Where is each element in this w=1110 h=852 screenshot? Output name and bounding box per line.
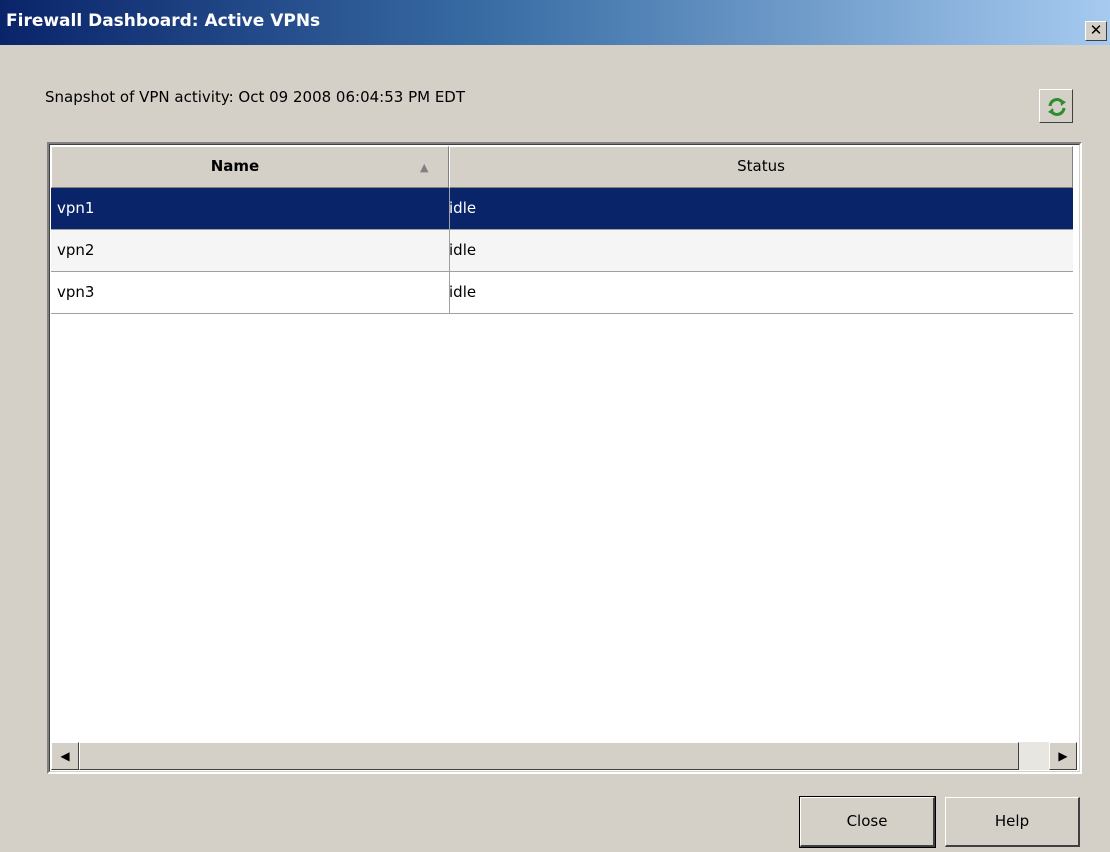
cell-status: idle xyxy=(449,199,477,217)
title-bar: Firewall Dashboard: Active VPNs xyxy=(0,0,1110,45)
column-header-name-label: Name xyxy=(210,157,260,175)
cell-status: idle xyxy=(449,241,477,259)
column-header-status-label: Status xyxy=(737,157,785,175)
scroll-left-button[interactable]: ◀ xyxy=(51,742,79,770)
table-row[interactable]: vpn2 idle xyxy=(51,230,1073,272)
close-button[interactable]: Close xyxy=(799,796,936,848)
column-header-status[interactable]: Status xyxy=(449,146,1073,188)
vpn-table: Name ▲ Status vpn1 idle vpn2 idle vpn3 i… xyxy=(47,142,1082,774)
window-close-button[interactable]: ✕ xyxy=(1085,21,1107,41)
cell-name: vpn2 xyxy=(57,241,95,259)
horizontal-scrollbar[interactable]: ◀ ▶ xyxy=(51,742,1077,770)
refresh-button[interactable] xyxy=(1039,89,1073,123)
table-row[interactable]: vpn3 idle xyxy=(51,272,1073,314)
sort-ascending-icon: ▲ xyxy=(420,161,429,174)
column-header-name[interactable]: Name ▲ xyxy=(51,146,449,188)
cell-name: vpn1 xyxy=(57,199,95,217)
refresh-icon xyxy=(1048,98,1066,116)
table-row[interactable]: vpn1 idle xyxy=(51,188,1073,230)
snapshot-label: Snapshot of VPN activity: Oct 09 2008 06… xyxy=(45,88,466,106)
cell-status: idle xyxy=(449,283,477,301)
help-button[interactable]: Help xyxy=(945,797,1080,847)
cell-name: vpn3 xyxy=(57,283,95,301)
scrollbar-thumb[interactable] xyxy=(79,742,1019,770)
window-title: Firewall Dashboard: Active VPNs xyxy=(6,11,321,31)
scroll-right-button[interactable]: ▶ xyxy=(1049,742,1077,770)
